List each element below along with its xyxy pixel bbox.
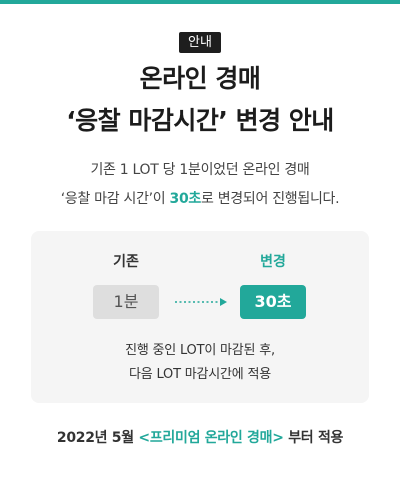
notice-badge: 안내 (179, 32, 221, 53)
description-line-2: ‘응찰 마감 시간’이 30초로 변경되어 진행됩니다. (0, 189, 400, 209)
footer-date: 2022년 5월 (56, 430, 139, 446)
page-title-line-1: 온라인 경매 (139, 64, 261, 93)
footer-suffix: 부터 적용 (283, 430, 344, 446)
effective-date-footer: 2022년 5월 <프리미엄 온라인 경매> 부터 적용 (0, 428, 400, 448)
footer-highlight: <프리미엄 온라인 경매> (138, 430, 284, 446)
description-text: ‘응찰 마감 시간’이 (60, 191, 170, 207)
note-line-1: 진행 중인 LOT이 마감된 후, (125, 343, 275, 358)
page-title-line-2: ‘응찰 마감시간’ 변경 안내 (66, 106, 334, 135)
before-value-pill: 1분 (93, 285, 159, 319)
after-value-pill: 30초 (240, 285, 306, 319)
note-line-2: 다음 LOT 마감시간에 적용 (129, 367, 271, 382)
dotted-arrow-right-icon (175, 298, 227, 306)
description-text-end: 로 변경되어 진행됩니다. (201, 191, 340, 207)
description-highlight: 30초 (169, 191, 202, 207)
before-label: 기존 (113, 254, 139, 270)
description-line-1: 기존 1 LOT 당 1분이었던 온라인 경매 (90, 162, 310, 178)
top-accent-bar (0, 0, 400, 4)
after-label: 변경 (260, 254, 286, 270)
comparison-panel: 기존 변경 1분 30초 진행 중인 LOT이 마감된 후, 다음 LOT 마감… (31, 231, 369, 403)
